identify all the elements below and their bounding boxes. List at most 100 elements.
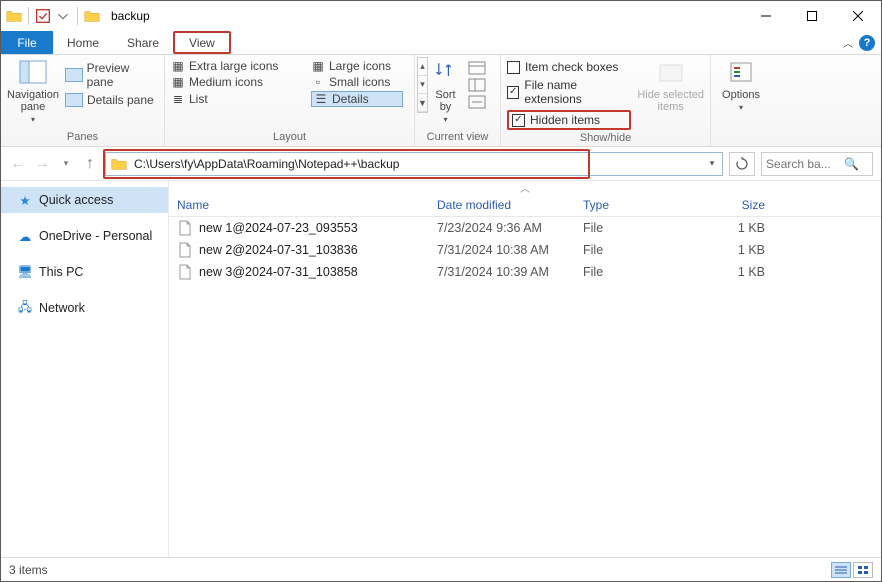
address-dropdown-icon[interactable]: ▾	[702, 158, 722, 169]
tab-file[interactable]: File	[1, 31, 53, 54]
ribbon-group-layout: ▦Extra large icons ▦Large icons ▦Medium …	[165, 55, 415, 146]
file-icon	[177, 264, 193, 280]
size-columns-button[interactable]	[468, 95, 486, 109]
thumb-view-icon	[857, 565, 869, 575]
file-row[interactable]: new 2@2024-07-31_1038367/31/2024 10:38 A…	[169, 239, 881, 261]
ribbon: Navigation pane ▾ Preview pane Details p…	[1, 55, 881, 147]
folder-icon	[5, 7, 23, 25]
file-type: File	[575, 221, 697, 235]
hidden-items-highlight: Hidden items	[507, 110, 631, 130]
tab-share[interactable]: Share	[113, 31, 173, 54]
collapse-ribbon-icon[interactable]: ︿	[843, 35, 853, 50]
maximize-button[interactable]	[789, 1, 835, 31]
file-row[interactable]: new 1@2024-07-23_0935537/23/2024 9:36 AM…	[169, 217, 881, 239]
checkbox-checked-icon	[507, 86, 519, 99]
ribbon-group-label: Panes	[7, 129, 158, 146]
explorer-window: backup File Home Share View ︿ ? Navigati…	[0, 0, 882, 582]
ribbon-group-showhide: Item check boxes File name extensions Hi…	[501, 55, 711, 146]
ribbon-group-panes: Navigation pane ▾ Preview pane Details p…	[1, 55, 165, 146]
search-box[interactable]: 🔍	[761, 152, 873, 176]
file-date: 7/31/2024 10:39 AM	[429, 265, 575, 279]
close-button[interactable]	[835, 1, 881, 31]
view-toggle	[831, 562, 873, 578]
column-type[interactable]: Type	[575, 198, 697, 212]
file-row[interactable]: new 3@2024-07-31_1038587/31/2024 10:39 A…	[169, 261, 881, 283]
file-size: 1 KB	[697, 243, 777, 257]
hidden-items-checkbox[interactable]: Hidden items	[512, 113, 626, 127]
options-button[interactable]: Options ▾	[722, 57, 760, 112]
preview-pane-icon	[65, 68, 83, 82]
properties-icon[interactable]	[34, 7, 52, 25]
tab-home[interactable]: Home	[53, 31, 113, 54]
file-icon	[177, 220, 193, 236]
checkbox-icon	[507, 61, 520, 74]
titlebar: backup	[1, 1, 881, 31]
refresh-icon	[735, 157, 749, 171]
navigation-pane-label: Navigation pane	[7, 89, 59, 113]
file-date: 7/23/2024 9:36 AM	[429, 221, 575, 235]
chevron-down-icon: ▾	[443, 115, 447, 124]
hide-selected-button[interactable]: Hide selected items	[637, 57, 704, 113]
details-pane-label: Details pane	[87, 93, 154, 107]
layout-list[interactable]: ≣List	[171, 91, 299, 107]
folder-icon	[110, 155, 128, 173]
item-check-boxes-checkbox[interactable]: Item check boxes	[507, 60, 631, 74]
address-path: C:\Users\fy\AppData\Roaming\Notepad++\ba…	[132, 157, 702, 171]
content-area: ★Quick access ☁OneDrive - Personal 🖥This…	[1, 181, 881, 557]
navigation-pane-button[interactable]: Navigation pane ▾	[7, 57, 59, 124]
forward-button[interactable]: →	[33, 155, 51, 173]
star-icon: ★	[17, 192, 33, 208]
ribbon-group-label: Show/hide	[507, 130, 704, 147]
sidebar-item-this-pc[interactable]: 🖥This PC	[1, 259, 168, 285]
layout-medium[interactable]: ▦Medium icons	[171, 75, 299, 89]
recent-locations-button[interactable]: ▾	[57, 155, 75, 173]
navigation-row: ← → ▾ ↑ C:\Users\fy\AppData\Roaming\Note…	[1, 147, 881, 181]
preview-pane-button[interactable]: Preview pane	[65, 61, 158, 89]
group-by-button[interactable]	[468, 61, 486, 75]
back-button[interactable]: ←	[9, 155, 27, 173]
minimize-button[interactable]	[743, 1, 789, 31]
ribbon-group-label: Current view	[421, 129, 494, 146]
help-icon[interactable]: ?	[859, 35, 875, 51]
details-pane-button[interactable]: Details pane	[65, 93, 158, 107]
qat	[1, 7, 105, 25]
tab-view[interactable]: View	[173, 31, 231, 54]
search-input[interactable]	[766, 157, 840, 171]
options-label: Options	[722, 89, 760, 101]
sidebar-item-quick-access[interactable]: ★Quick access	[1, 187, 168, 213]
address-bar[interactable]: C:\Users\fy\AppData\Roaming\Notepad++\ba…	[105, 152, 723, 176]
network-icon: 🖧	[17, 300, 33, 316]
file-list-pane: ︿ Name Date modified Type Size new 1@202…	[169, 181, 881, 557]
column-name[interactable]: Name	[169, 198, 429, 212]
column-size[interactable]: Size	[697, 198, 777, 212]
refresh-button[interactable]	[729, 152, 755, 176]
up-button[interactable]: ↑	[81, 155, 99, 173]
nav-sidebar: ★Quick access ☁OneDrive - Personal 🖥This…	[1, 181, 169, 557]
qat-separator	[77, 7, 78, 25]
qat-dropdown-icon[interactable]	[54, 7, 72, 25]
sidebar-item-network[interactable]: 🖧Network	[1, 295, 168, 321]
window-controls	[743, 1, 881, 31]
layout-details[interactable]: ☰Details	[311, 91, 403, 107]
sidebar-item-onedrive[interactable]: ☁OneDrive - Personal	[1, 223, 168, 249]
add-columns-button[interactable]	[468, 78, 486, 92]
ribbon-group-options: Options ▾	[711, 55, 771, 146]
layout-large[interactable]: ▦Large icons	[311, 59, 407, 73]
hide-icon	[658, 61, 684, 83]
sort-indicator: ︿	[169, 181, 881, 193]
status-item-count: 3 items	[9, 563, 48, 577]
grid-icon: ▦	[171, 59, 185, 73]
preview-pane-label: Preview pane	[87, 61, 158, 89]
view-thumbnails-button[interactable]	[853, 562, 873, 578]
column-headers: Name Date modified Type Size	[169, 193, 881, 217]
column-date[interactable]: Date modified	[429, 198, 575, 212]
details-view-icon	[835, 565, 847, 575]
file-name-extensions-checkbox[interactable]: File name extensions	[507, 78, 631, 106]
view-details-button[interactable]	[831, 562, 851, 578]
layout-small[interactable]: ▫Small icons	[311, 75, 407, 89]
file-rows: new 1@2024-07-23_0935537/23/2024 9:36 AM…	[169, 217, 881, 283]
sort-by-button[interactable]: Sort by ▾	[430, 57, 462, 124]
file-name: new 3@2024-07-31_103858	[199, 265, 429, 279]
layout-extra-large[interactable]: ▦Extra large icons	[171, 59, 299, 73]
details-icon: ☰	[314, 92, 328, 106]
